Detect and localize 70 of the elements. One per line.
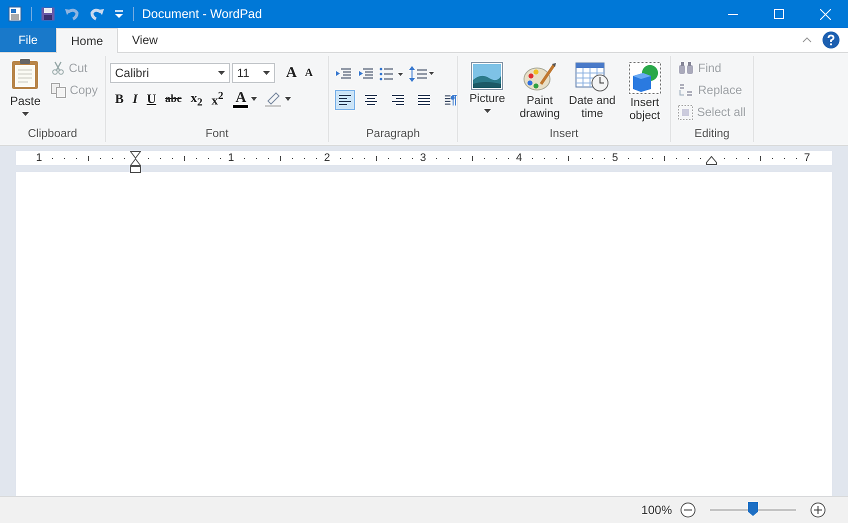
select-all-icon <box>678 104 693 120</box>
calendar-clock-icon <box>575 62 610 92</box>
group-label: Clipboard <box>26 128 78 142</box>
paint-button[interactable]: Paint drawing <box>514 60 565 128</box>
picture-button[interactable]: Picture <box>462 60 512 128</box>
collapse-ribbon-icon[interactable] <box>802 37 812 43</box>
ruler-number: 3 <box>420 151 426 165</box>
redo-icon[interactable] <box>89 7 105 21</box>
maximize-icon <box>774 9 784 19</box>
window-title: Document - WordPad <box>142 7 262 21</box>
zoom-level: 100% <box>641 503 672 517</box>
align-center-icon <box>364 94 378 106</box>
grow-font-button[interactable]: A <box>283 63 300 83</box>
zoom-out-icon[interactable] <box>680 502 696 518</box>
dropdown-arrow-icon <box>22 112 29 116</box>
group-label: Editing <box>693 128 731 142</box>
landscape-image-icon <box>471 62 504 90</box>
group-label: Paragraph <box>365 128 421 142</box>
bold-button[interactable]: B <box>112 89 127 109</box>
ribbon-tab[interactable]: Home <box>56 28 118 53</box>
date-button[interactable]: Date and time <box>567 60 618 128</box>
paste-button[interactable]: Paste <box>6 56 45 128</box>
ruler-number: 1 <box>36 151 42 165</box>
save-icon[interactable] <box>41 7 55 21</box>
ruler-number: 7 <box>804 151 810 165</box>
document-icon[interactable] <box>8 6 22 22</box>
align-left-button[interactable] <box>335 90 356 110</box>
ruler-number: 5 <box>612 151 618 165</box>
ruler-number: 4 <box>516 151 522 165</box>
dropdown-arrow-icon <box>218 71 225 75</box>
shrink-font-button[interactable]: A <box>302 63 316 83</box>
dropdown-arrow-icon <box>263 71 270 75</box>
strike-button[interactable]: abc <box>162 89 185 109</box>
paragraph-icon[interactable] <box>444 94 457 106</box>
bullet-list-icon[interactable] <box>379 67 403 81</box>
right-indent-marker-icon[interactable] <box>706 156 717 165</box>
palette-icon <box>522 62 557 92</box>
clipboard-icon <box>11 58 40 90</box>
sup-button[interactable]: x$^{2}$ <box>208 89 226 109</box>
object-button[interactable]: Insert object <box>620 60 670 128</box>
replace-icon <box>678 82 694 98</box>
font-size-dropdown[interactable]: 11 <box>232 63 275 83</box>
zoom-in-icon[interactable] <box>810 502 826 518</box>
line-spacing-icon[interactable] <box>409 66 435 82</box>
copy-icon <box>50 82 66 98</box>
zoom-slider-thumb[interactable] <box>748 502 758 516</box>
help-icon[interactable] <box>822 31 840 49</box>
align-right-icon <box>390 94 405 106</box>
italic-button[interactable]: I <box>130 89 141 109</box>
dropdown-arrow-icon[interactable] <box>285 97 292 101</box>
underline-button[interactable]: U <box>144 89 160 109</box>
customize-dropdown-icon[interactable] <box>114 9 124 19</box>
ruler-number: 1 <box>228 151 234 165</box>
font-color-button[interactable]: A <box>233 90 248 108</box>
close-icon <box>820 8 830 20</box>
sub-button[interactable]: x$_{2}$ <box>188 89 206 109</box>
group-label: Insert <box>548 128 580 142</box>
increase-indent-icon[interactable] <box>357 67 373 81</box>
ruler-number: 2 <box>324 151 330 165</box>
binoculars-icon <box>678 61 694 75</box>
decrease-indent-icon[interactable] <box>335 67 351 81</box>
ribbon-tab[interactable]: View <box>118 28 172 52</box>
scissors-icon <box>50 61 65 75</box>
align-left-icon <box>338 94 352 106</box>
file-tab[interactable]: File <box>0 28 56 52</box>
align-justify-icon <box>417 94 432 106</box>
dropdown-arrow-icon[interactable] <box>251 97 258 101</box>
group-label: Font <box>204 128 230 142</box>
font-name-dropdown[interactable]: Calibri <box>110 63 230 83</box>
indent-marker-icon[interactable] <box>130 151 141 173</box>
